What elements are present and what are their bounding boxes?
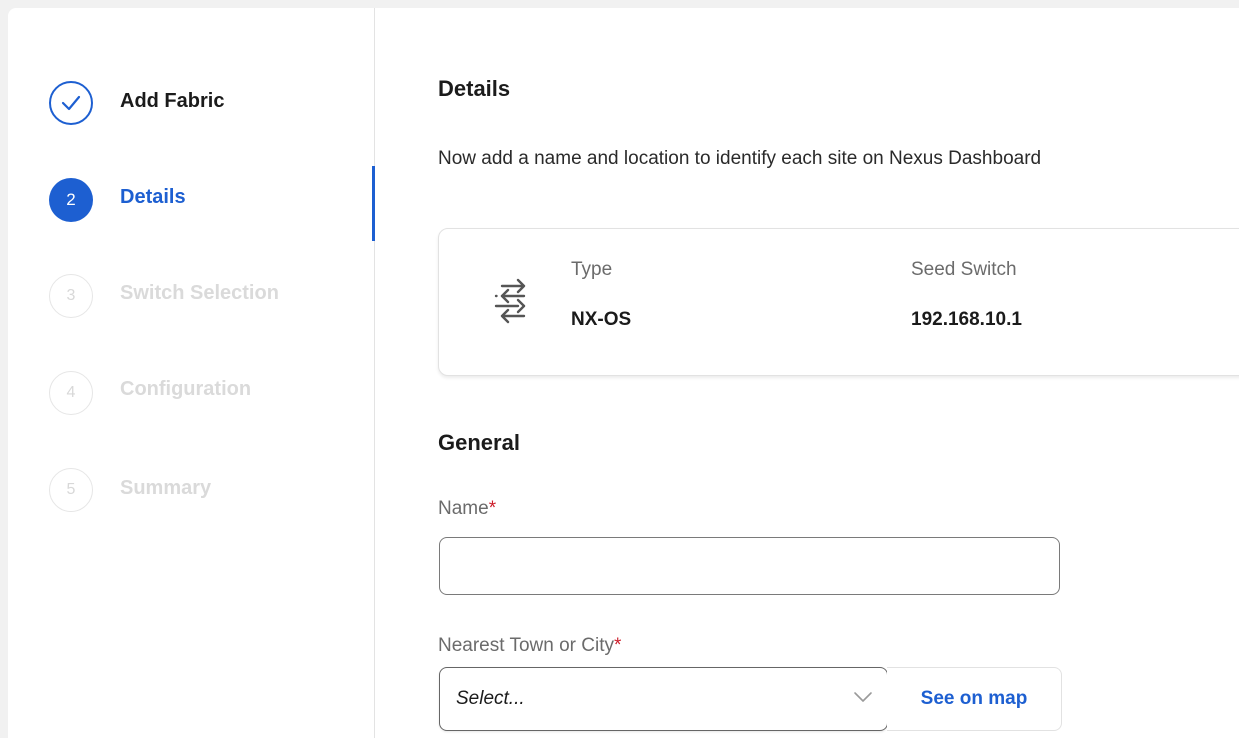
main-content: Details Now add a name and location to i… xyxy=(438,8,1239,738)
stepper-sidebar: Add Fabric 2 Details 3 Switch Selection … xyxy=(8,8,375,738)
name-input[interactable] xyxy=(439,537,1060,595)
step-label: Summary xyxy=(120,477,212,499)
step-number: 2 xyxy=(49,178,93,222)
city-field-label: Nearest Town or City* xyxy=(438,635,622,656)
type-value: NX-OS xyxy=(571,309,632,330)
step-add-fabric[interactable]: Add Fabric xyxy=(49,81,369,127)
see-on-map-button[interactable]: See on map xyxy=(887,667,1062,731)
seed-switch-label: Seed Switch xyxy=(911,259,1017,280)
name-field-label: Name* xyxy=(438,498,497,519)
step-number: 5 xyxy=(49,468,93,512)
step-label: Add Fabric xyxy=(120,90,225,112)
details-description: Now add a name and location to identify … xyxy=(438,148,1042,169)
active-step-indicator xyxy=(372,166,375,241)
general-title: General xyxy=(438,430,520,455)
required-mark: * xyxy=(614,635,622,656)
type-label: Type xyxy=(571,259,613,280)
seed-switch-value: 192.168.10.1 xyxy=(911,309,1022,330)
step-label: Details xyxy=(120,186,186,208)
city-select-value: Select... xyxy=(456,688,525,709)
required-mark: * xyxy=(488,498,497,519)
step-label: Switch Selection xyxy=(120,282,279,304)
step-complete-check-icon xyxy=(49,81,93,125)
step-details[interactable]: 2 Details xyxy=(49,178,369,224)
step-label: Configuration xyxy=(120,378,252,400)
step-configuration[interactable]: 4 Configuration xyxy=(49,371,369,417)
step-number: 4 xyxy=(49,371,93,415)
wizard-panel: Add Fabric 2 Details 3 Switch Selection … xyxy=(8,8,1239,738)
details-title: Details xyxy=(438,76,511,101)
city-select[interactable]: Select... xyxy=(439,667,888,731)
switch-arrows-icon xyxy=(488,276,532,326)
chevron-down-icon xyxy=(853,690,873,704)
step-number: 3 xyxy=(49,274,93,318)
step-switch-selection[interactable]: 3 Switch Selection xyxy=(49,274,369,320)
step-summary[interactable]: 5 Summary xyxy=(49,468,369,514)
fabric-type-card: Type NX-OS Seed Switch 192.168.10.1 xyxy=(438,228,1239,376)
